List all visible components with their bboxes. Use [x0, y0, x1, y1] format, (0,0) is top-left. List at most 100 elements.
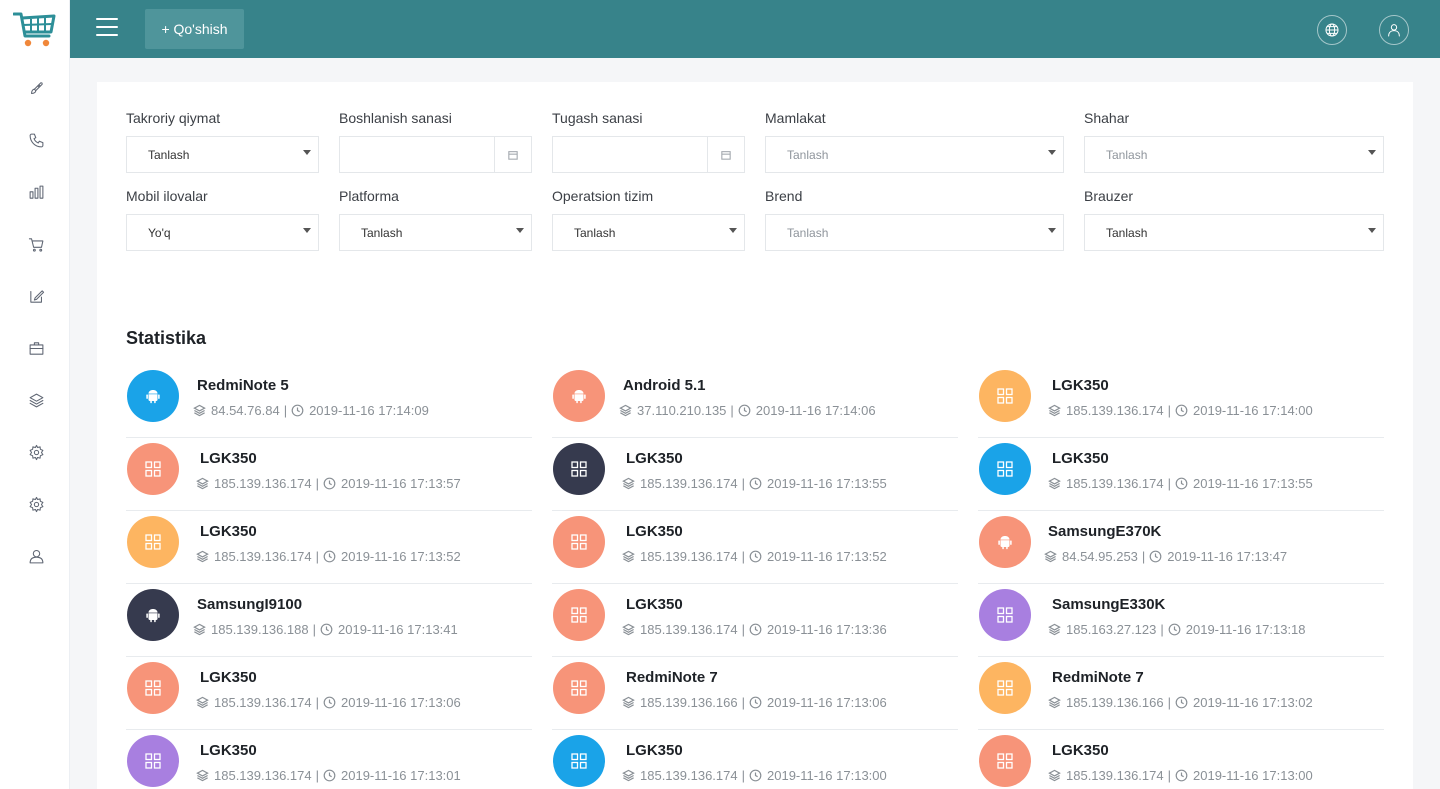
list-item[interactable]: LGK350 185.139.136.174 | 2019-11-16 17:13:5…	[126, 438, 532, 511]
brand-select[interactable]: Tanlash	[765, 214, 1064, 251]
list-item[interactable]: LGK350 185.139.136.174 | 2019-11-16 17:13:5…	[978, 438, 1384, 511]
layers-icon	[622, 477, 640, 490]
clock-icon	[323, 696, 341, 709]
grid-icon	[979, 443, 1031, 495]
country-select[interactable]: Tanlash	[765, 136, 1064, 173]
list-item[interactable]: LGK350 185.139.136.174 | 2019-11-16 17:14:0…	[978, 365, 1384, 438]
rocket-icon[interactable]	[25, 77, 47, 99]
layers-icon	[622, 550, 640, 563]
clock-icon	[320, 623, 338, 636]
menu-toggle-icon[interactable]	[96, 18, 118, 38]
list-item[interactable]: LGK350 185.139.136.174 | 2019-11-16 17:13:0…	[126, 657, 532, 730]
clock-icon	[1175, 769, 1193, 782]
bar-chart-icon[interactable]	[25, 181, 47, 203]
device-meta: 185.139.136.174 | 2019-11-16 17:13:01	[196, 768, 461, 783]
device-meta: 37.110.210.135 | 2019-11-16 17:14:06	[619, 403, 876, 418]
grid-icon	[127, 662, 179, 714]
platform-label: Platforma	[339, 188, 399, 204]
separator: |	[741, 549, 745, 564]
repeat-select[interactable]: Tanlash	[126, 136, 319, 173]
device-meta: 185.139.136.174 | 2019-11-16 17:13:52	[622, 549, 887, 564]
calendar-icon[interactable]	[707, 137, 744, 172]
timestamp: 2019-11-16 17:14:06	[755, 403, 876, 418]
os-select[interactable]: Tanlash	[552, 214, 745, 251]
edit-icon[interactable]	[25, 285, 47, 307]
separator: |	[1167, 403, 1171, 418]
separator: |	[1141, 549, 1146, 564]
gear-icon[interactable]	[25, 441, 47, 463]
user-profile-icon[interactable]	[1379, 15, 1409, 45]
list-item[interactable]: SamsungE330K 185.163.27.123 | 2019-11-16 17…	[978, 584, 1384, 657]
separator: |	[1167, 768, 1171, 783]
list-item[interactable]: SamsungI9100 185.139.136.188 | 2019-11-16 1…	[126, 584, 532, 657]
layers-icon	[193, 623, 211, 636]
layers-icon	[1048, 623, 1066, 636]
device-meta: 185.139.136.174 | 2019-11-16 17:13:52	[196, 549, 461, 564]
clock-icon	[323, 477, 341, 490]
mobile-apps-label: Mobil ilovalar	[126, 188, 208, 204]
cart-logo-icon[interactable]	[13, 10, 57, 50]
layers-icon	[1048, 404, 1066, 417]
mobile-apps-select[interactable]: Yo'q	[126, 214, 319, 251]
clock-icon	[749, 769, 767, 782]
caret-down-icon	[516, 228, 524, 233]
end-date-input[interactable]	[552, 136, 745, 173]
device-meta: 185.139.136.174 | 2019-11-16 17:13:55	[1048, 476, 1313, 491]
caret-down-icon	[303, 228, 311, 233]
list-item[interactable]: RedmiNote 7 185.139.136.166 | 2019-11-16 17…	[978, 657, 1384, 730]
briefcase-icon[interactable]	[25, 337, 47, 359]
separator: |	[1160, 622, 1164, 637]
grid-icon	[979, 735, 1031, 787]
list-item[interactable]: RedmiNote 7 185.139.136.166 | 2019-11-16 17…	[552, 657, 958, 730]
device-name: SamsungI9100	[197, 596, 303, 613]
country-label: Mamlakat	[765, 110, 826, 126]
list-item[interactable]: LGK350 185.139.136.174 | 2019-11-16 17:13:5…	[552, 438, 958, 511]
ip-address: 185.139.136.174	[1066, 476, 1164, 491]
user-icon[interactable]	[25, 545, 47, 567]
android-icon	[127, 370, 179, 422]
device-meta: 84.54.76.84 | 2019-11-16 17:14:09	[193, 403, 429, 418]
mobile-apps-value: Yo'q	[148, 225, 171, 240]
timestamp: 2019-11-16 17:13:52	[341, 549, 461, 564]
brand-label: Brend	[765, 188, 803, 204]
list-item[interactable]: RedmiNote 5 84.54.76.84 | 2019-11-16 17:14:…	[126, 365, 532, 438]
device-meta: 185.163.27.123 | 2019-11-16 17:13:18	[1048, 622, 1306, 637]
list-item[interactable]: Android 5.1 37.110.210.135 | 2019-11-16 17:…	[552, 365, 958, 438]
gear-icon[interactable]	[25, 493, 47, 515]
city-select[interactable]: Tanlash	[1084, 136, 1384, 173]
list-item[interactable]: SamsungE370K 84.54.95.253 | 2019-11-16 17:1…	[978, 511, 1384, 584]
phone-icon[interactable]	[25, 129, 47, 151]
layers-icon[interactable]	[25, 389, 47, 411]
device-meta: 185.139.136.174 | 2019-11-16 17:14:00	[1048, 403, 1313, 418]
ip-address: 185.139.136.174	[1066, 403, 1164, 418]
grid-icon	[127, 516, 179, 568]
list-item[interactable]: LGK350 185.139.136.174 | 2019-11-16 17:13:0…	[126, 730, 532, 789]
list-item[interactable]: LGK350 185.139.136.174 | 2019-11-16 17:13:0…	[552, 730, 958, 789]
statistics-title: Statistika	[126, 328, 207, 348]
device-name: LGK350	[626, 523, 683, 540]
layers-icon	[1044, 550, 1062, 563]
browser-select[interactable]: Tanlash	[1084, 214, 1384, 251]
list-item[interactable]: LGK350 185.139.136.174 | 2019-11-16 17:13:5…	[126, 511, 532, 584]
device-meta: 185.139.136.174 | 2019-11-16 17:13:55	[622, 476, 887, 491]
start-date-input[interactable]	[339, 136, 532, 173]
list-item[interactable]: LGK350 185.139.136.174 | 2019-11-16 17:13:5…	[552, 511, 958, 584]
cart-icon[interactable]	[25, 233, 47, 255]
ip-address: 185.139.136.174	[214, 476, 312, 491]
add-button[interactable]: + Qo'shish	[145, 9, 244, 49]
device-name: Android 5.1	[623, 377, 706, 394]
clock-icon	[1175, 696, 1193, 709]
clock-icon	[323, 769, 341, 782]
device-name: LGK350	[200, 450, 257, 467]
separator: |	[315, 476, 319, 491]
platform-select[interactable]: Tanlash	[339, 214, 532, 251]
browser-value: Tanlash	[1106, 225, 1148, 240]
list-item[interactable]: LGK350 185.139.136.174 | 2019-11-16 17:13:3…	[552, 584, 958, 657]
calendar-icon[interactable]	[494, 137, 531, 172]
separator: |	[1167, 695, 1171, 710]
globe-icon[interactable]	[1317, 15, 1347, 45]
separator: |	[730, 403, 734, 418]
list-item[interactable]: LGK350 185.139.136.174 | 2019-11-16 17:13:0…	[978, 730, 1384, 789]
grid-icon	[553, 662, 605, 714]
timestamp: 2019-11-16 17:13:00	[1193, 768, 1313, 783]
